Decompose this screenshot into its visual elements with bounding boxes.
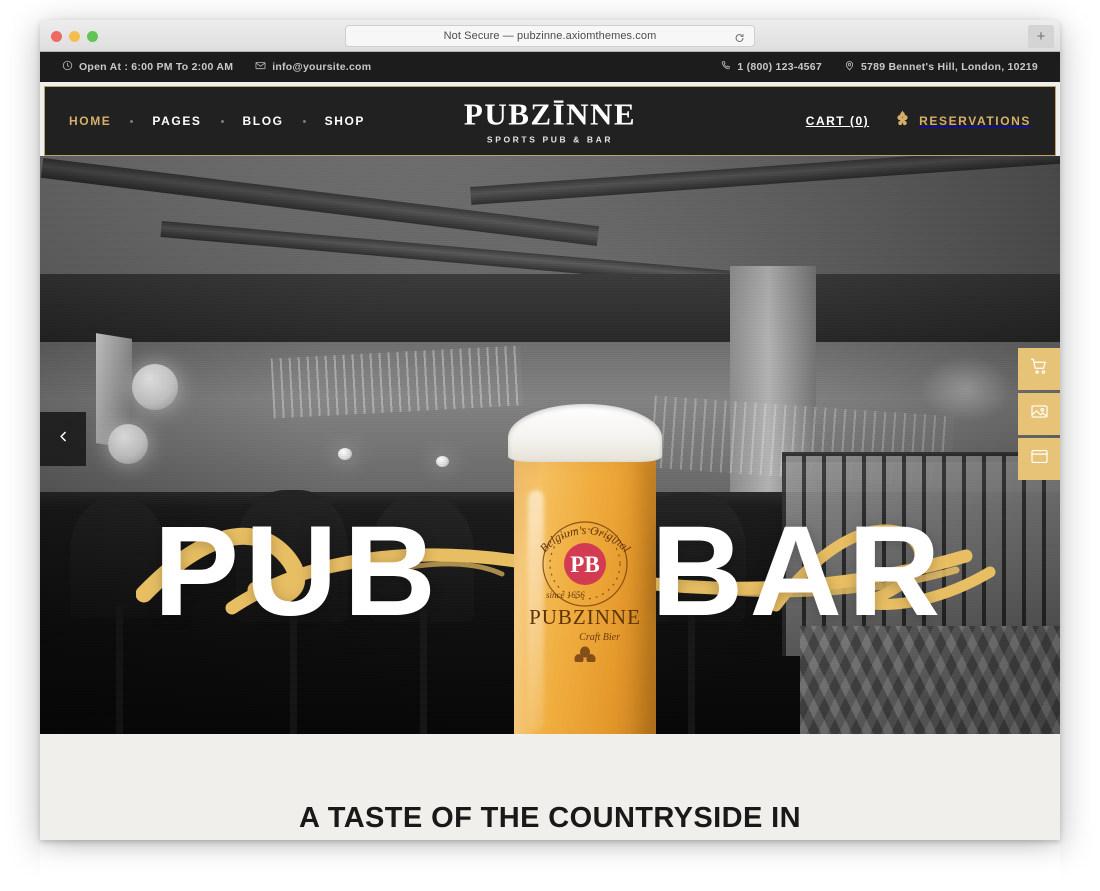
- main-navigation: HOME PAGES BLOG SHOP PUBZĪNNE SPORTS PUB…: [44, 86, 1056, 156]
- window-layout-icon: [1030, 447, 1049, 471]
- side-action-rail: [1018, 348, 1060, 480]
- nav-item-blog[interactable]: BLOG: [243, 114, 284, 128]
- intro-section: A TASTE OF THE COUNTRYSIDE IN: [40, 734, 1060, 840]
- browser-window: Not Secure — pubzinne.axiomthemes.com +: [40, 20, 1060, 840]
- hero-headline: PUB BAR: [40, 508, 1060, 636]
- browser-chrome: Not Secure — pubzinne.axiomthemes.com +: [40, 20, 1060, 52]
- nav-item-pages[interactable]: PAGES: [152, 114, 201, 128]
- carousel-prev-button[interactable]: [40, 412, 86, 466]
- image-gallery-icon: [1030, 402, 1049, 426]
- opening-hours-text: Open At : 6:00 PM To 2:00 AM: [79, 61, 234, 73]
- address-text: 5789 Bennet's Hill, London, 10219: [860, 61, 1038, 73]
- street-address: 5789 Bennet's Hill, London, 10219: [844, 60, 1038, 74]
- beer-foam-head: [508, 404, 662, 462]
- brand-tagline: SPORTS PUB & BAR: [486, 134, 614, 145]
- side-gallery-button[interactable]: [1018, 393, 1060, 435]
- shopping-cart-icon: [1030, 357, 1049, 381]
- envelope-icon: [255, 60, 266, 74]
- reservations-label: RESERVATIONS: [919, 114, 1031, 128]
- reload-icon[interactable]: [734, 31, 745, 42]
- close-window-button[interactable]: [51, 31, 62, 42]
- nav-menu: HOME PAGES BLOG SHOP: [69, 114, 365, 128]
- nav-item-shop[interactable]: SHOP: [325, 114, 365, 128]
- zoom-window-button[interactable]: [87, 31, 98, 42]
- top-info-right: 1 (800) 123-4567 5789 Bennet's Hill, Lon…: [720, 60, 1038, 74]
- email-text: info@yoursite.com: [272, 61, 372, 73]
- side-cart-button[interactable]: [1018, 348, 1060, 390]
- viewport-bottom-fade: [40, 840, 1060, 891]
- reservations-button[interactable]: RESERVATIONS: [895, 110, 1031, 133]
- top-info-bar: Open At : 6:00 PM To 2:00 AM info@yoursi…: [40, 52, 1060, 82]
- minimize-window-button[interactable]: [69, 31, 80, 42]
- nav-actions: CART (0) RESERVATIONS: [806, 110, 1031, 133]
- side-layout-button[interactable]: [1018, 438, 1060, 480]
- phone-number[interactable]: 1 (800) 123-4567: [720, 60, 822, 74]
- phone-icon: [720, 60, 731, 74]
- window-traffic-lights: [51, 31, 98, 42]
- section-title: A TASTE OF THE COUNTRYSIDE IN: [299, 802, 801, 834]
- headline-word-right: BAR: [651, 500, 947, 643]
- page-viewport: Open At : 6:00 PM To 2:00 AM info@yoursi…: [40, 52, 1060, 840]
- nav-separator-dot: [302, 119, 306, 123]
- nav-item-home[interactable]: HOME: [69, 114, 111, 128]
- hero-slider: Belgium's Original PB since 1656 PUBZINN…: [40, 156, 1060, 734]
- phone-text: 1 (800) 123-4567: [737, 61, 822, 73]
- brand-name: PUBZĪNNE: [463, 96, 637, 132]
- site-logo[interactable]: PUBZĪNNE SPORTS PUB & BAR: [464, 98, 636, 144]
- email-address[interactable]: info@yoursite.com: [255, 60, 371, 74]
- opening-hours: Open At : 6:00 PM To 2:00 AM: [62, 60, 233, 74]
- map-pin-icon: [844, 60, 855, 74]
- headline-word-left: PUB: [153, 500, 442, 643]
- chevron-left-icon: [57, 430, 70, 448]
- new-tab-button[interactable]: +: [1028, 25, 1054, 48]
- nav-separator-dot: [220, 119, 224, 123]
- cart-link[interactable]: CART (0): [806, 114, 869, 128]
- top-info-left: Open At : 6:00 PM To 2:00 AM info@yoursi…: [62, 60, 393, 74]
- nav-separator-dot: [130, 119, 134, 123]
- clock-icon: [62, 60, 73, 74]
- address-bar[interactable]: Not Secure — pubzinne.axiomthemes.com: [345, 25, 755, 47]
- url-text: Not Secure — pubzinne.axiomthemes.com: [443, 30, 657, 42]
- hop-cone-icon: [895, 110, 910, 133]
